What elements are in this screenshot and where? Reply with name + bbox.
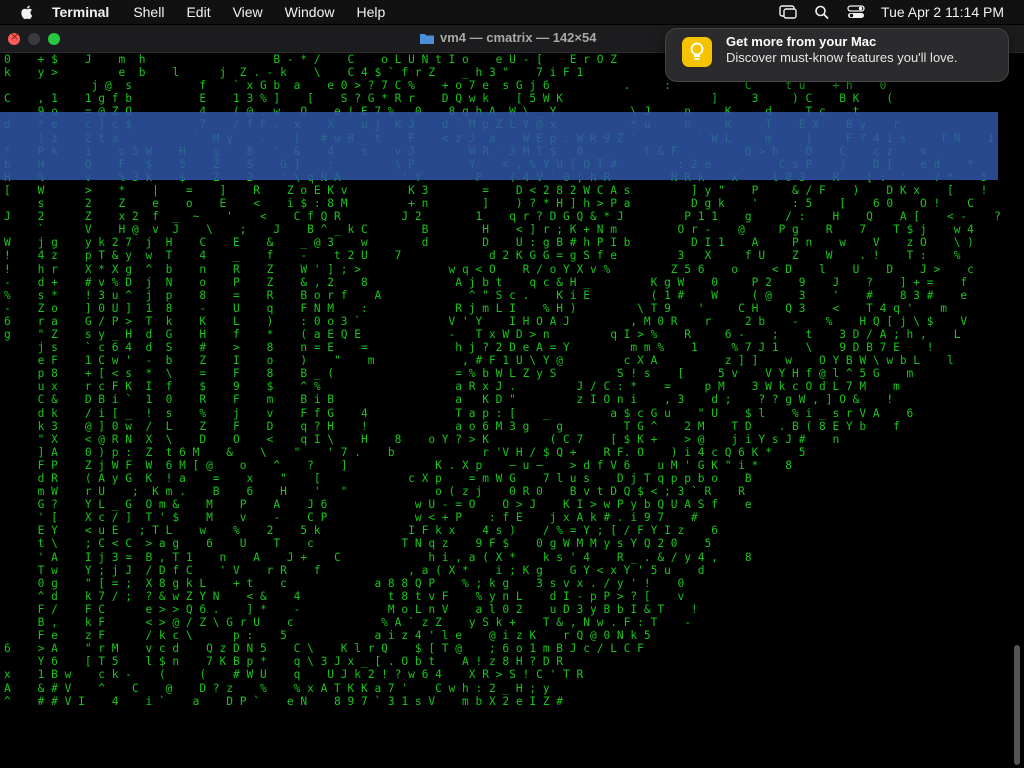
search-icon[interactable] xyxy=(813,4,831,20)
menu-bar-clock[interactable]: Tue Apr 2 11:14 PM xyxy=(881,4,1004,20)
terminal-content[interactable]: 0 + $ J m h B - * / C o L U N t I o e U … xyxy=(0,53,1000,768)
window-title: vm4 — cmatrix — 142×54 xyxy=(440,30,597,45)
notification-banner[interactable]: Get more from your Mac Discover must-kno… xyxy=(665,28,1009,82)
menu-window[interactable]: Window xyxy=(285,4,335,20)
close-button[interactable]: × xyxy=(8,30,20,45)
close-icon: × xyxy=(10,30,20,43)
notification-title: Get more from your Mac xyxy=(726,34,877,49)
menu-edit[interactable]: Edit xyxy=(186,4,210,20)
notification-body: Discover must-know features you'll love. xyxy=(726,50,958,65)
control-center-icon[interactable] xyxy=(847,4,865,20)
menu-bar: Terminal Shell Edit View Window Help Tue… xyxy=(0,0,1024,24)
terminal-window: × vm4 — cmatrix — 142×54 0 + $ J m h B -… xyxy=(0,25,1024,768)
lightbulb-icon xyxy=(682,37,712,67)
folder-icon xyxy=(420,33,434,44)
minimize-button[interactable] xyxy=(28,33,40,45)
window-title-group: vm4 — cmatrix — 142×54 xyxy=(420,30,596,45)
apple-icon[interactable] xyxy=(18,3,36,21)
zoom-button[interactable] xyxy=(48,33,60,45)
menu-view[interactable]: View xyxy=(233,4,263,20)
menu-help[interactable]: Help xyxy=(356,4,385,20)
menu-shell[interactable]: Shell xyxy=(133,4,164,20)
menu-app-name[interactable]: Terminal xyxy=(52,4,109,20)
menu-bar-status-area: Tue Apr 2 11:14 PM xyxy=(779,0,1024,24)
screen-mirror-icon[interactable] xyxy=(779,4,797,20)
scrollbar[interactable] xyxy=(1014,645,1020,765)
text-selection-highlight xyxy=(0,112,998,180)
